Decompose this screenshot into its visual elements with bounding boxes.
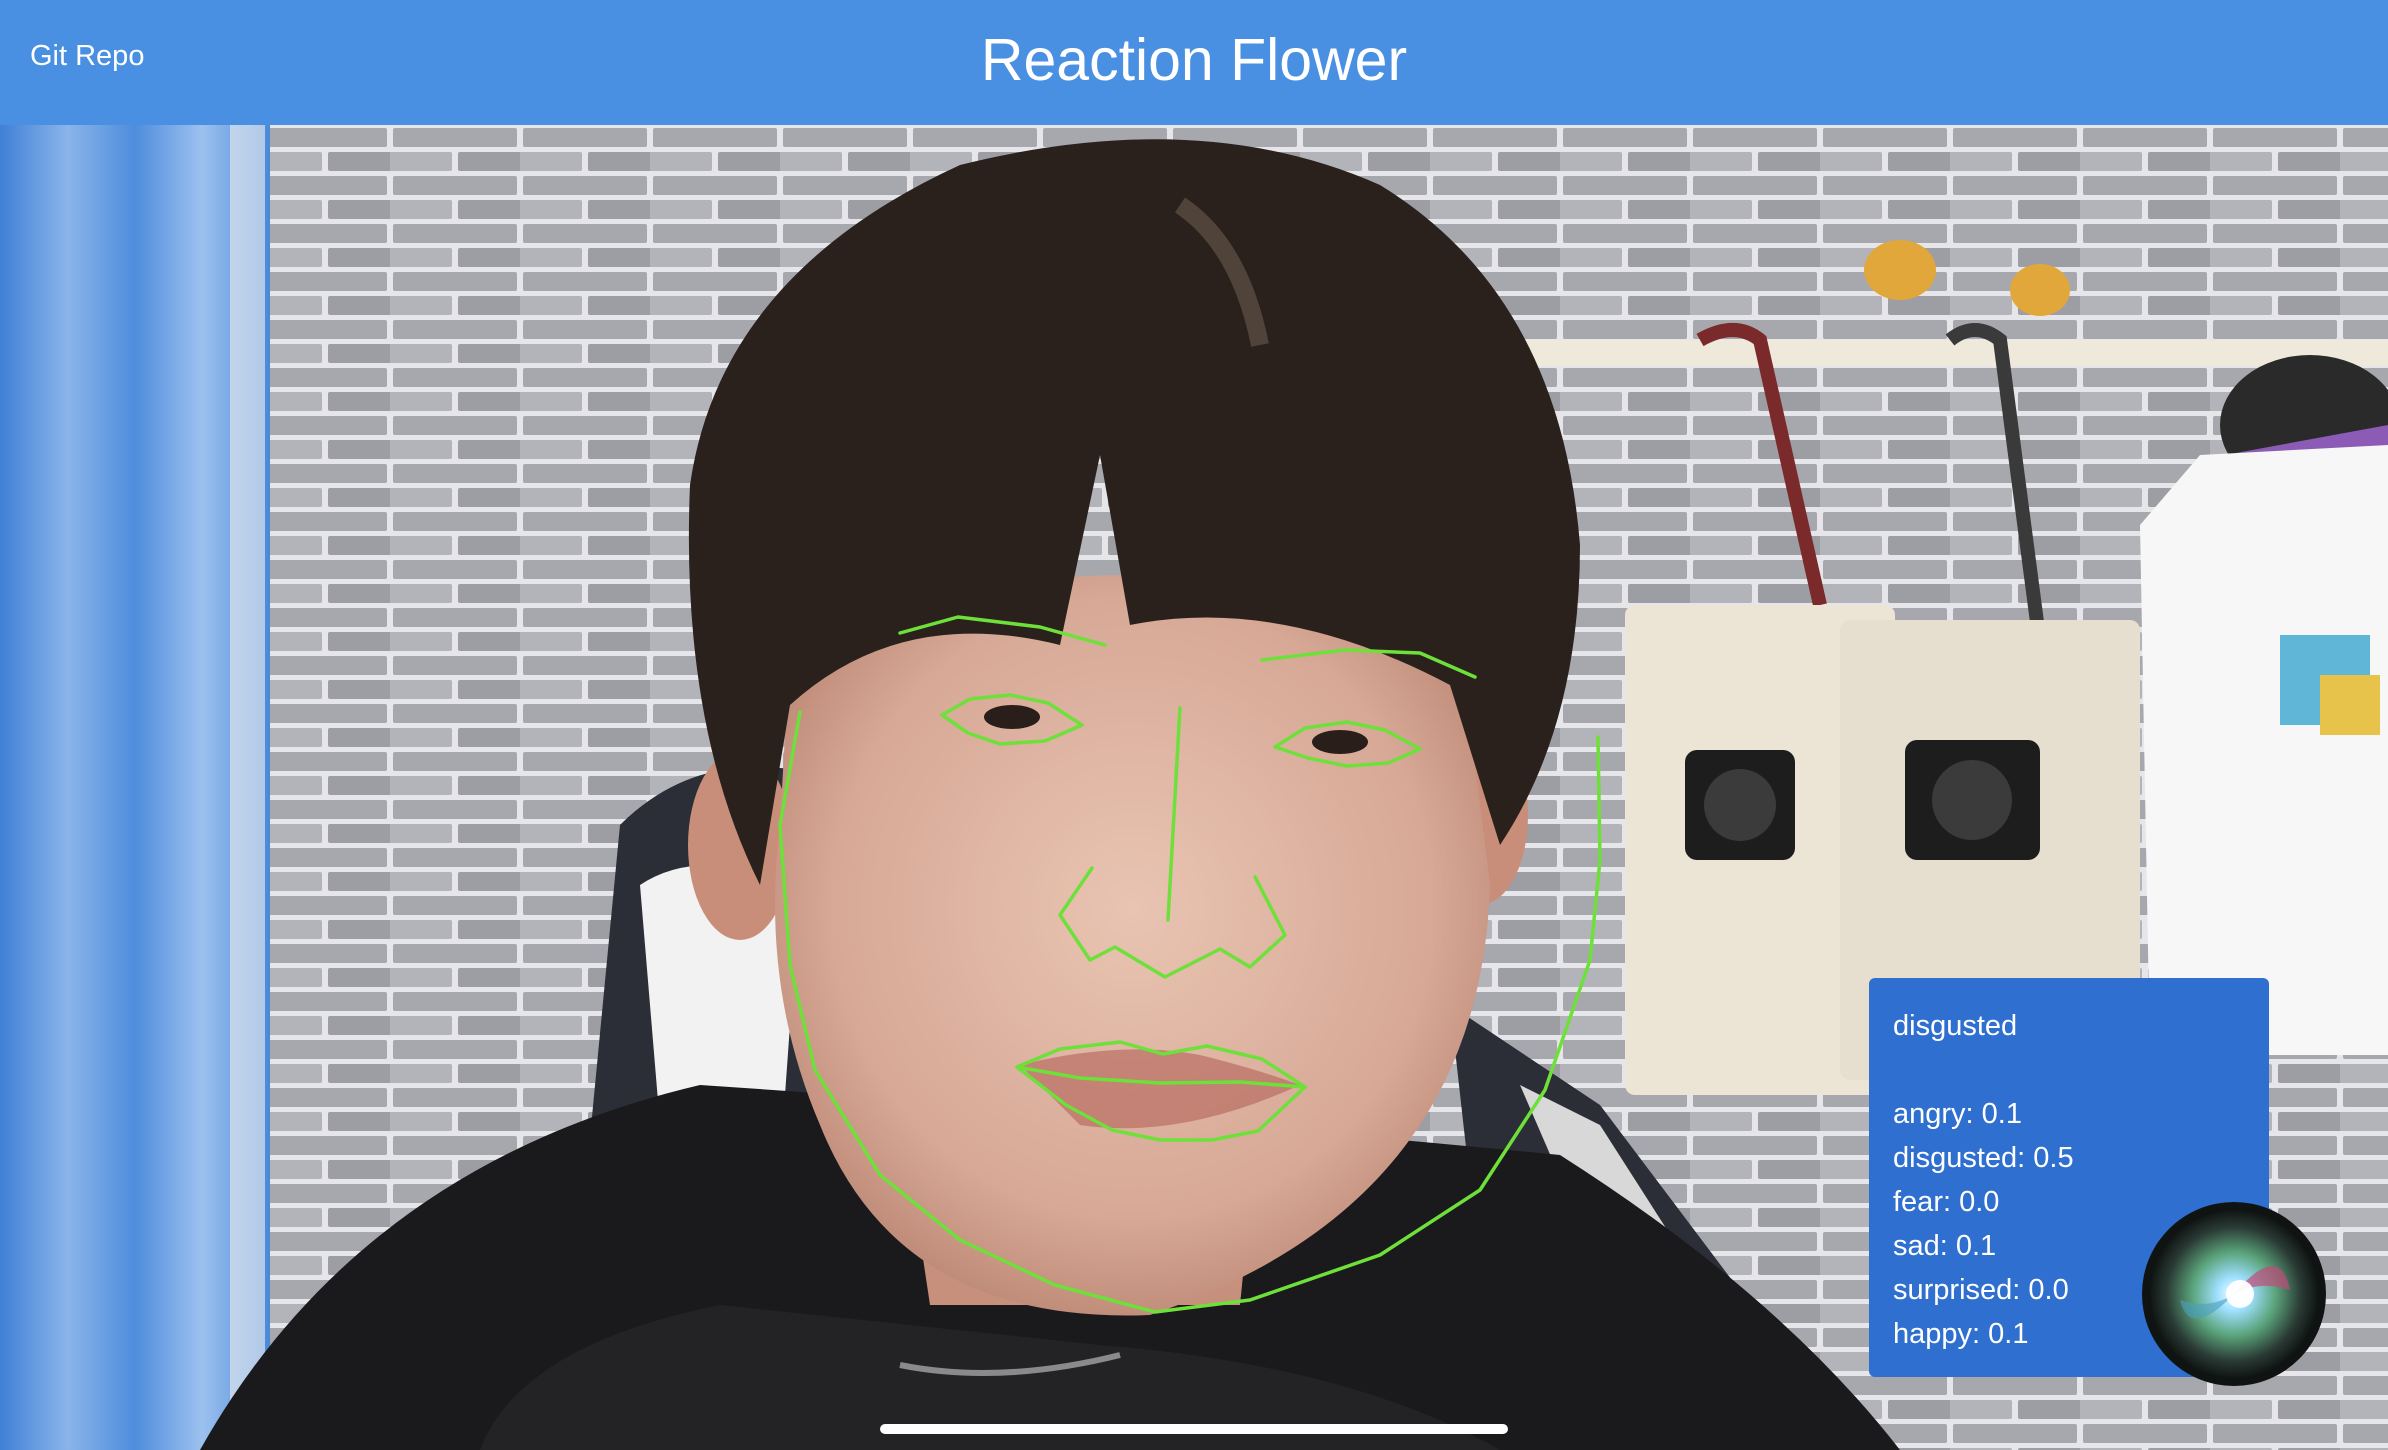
siri-orb-icon[interactable] [2140, 1200, 2328, 1388]
emotion-score-disgusted: disgusted: 0.5 [1893, 1142, 2074, 1174]
dominant-emotion: disgusted [1893, 1010, 2018, 1042]
home-indicator[interactable] [880, 1424, 1508, 1434]
page-title: Reaction Flower [980, 27, 1408, 93]
emotion-score-angry: angry: 0.1 [1893, 1098, 2022, 1130]
top-navbar: Git Repo Reaction Flower [0, 0, 2388, 125]
